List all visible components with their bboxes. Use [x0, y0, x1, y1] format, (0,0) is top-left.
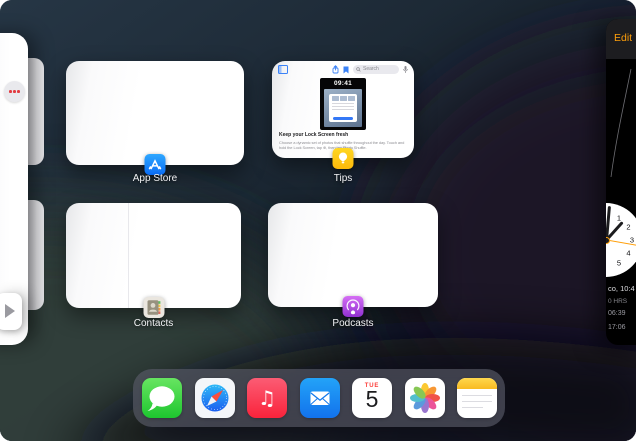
large-dial-arc — [610, 68, 632, 178]
city-time-label: co, 10:4 — [608, 284, 635, 293]
preview-status-time: 09:41 — [333, 80, 353, 87]
lock-screen-preview: 09:41 — [320, 78, 366, 130]
app-store-card[interactable] — [66, 61, 244, 165]
tips-toolbar: Search — [272, 61, 414, 75]
wallpaper-picker-sheet — [329, 94, 357, 122]
expand-arrow-button[interactable] — [0, 293, 22, 330]
lock-wallpaper-photo — [324, 89, 362, 127]
contacts-icon — [143, 297, 164, 318]
left-app-card[interactable] — [0, 33, 28, 345]
ipad-app-switcher: App Store Search 09:41 Keep your Lock Sc… — [0, 0, 636, 441]
podcasts-card[interactable] — [268, 203, 438, 307]
clock-nav-bar: Edit — [606, 19, 636, 60]
app-card-label: Contacts — [133, 318, 174, 329]
contacts-card[interactable] — [66, 203, 241, 308]
dock: ♫ TUE 5 — [133, 369, 505, 427]
play-arrow-icon — [5, 304, 15, 318]
safari-icon[interactable] — [194, 378, 235, 418]
notes-icon[interactable] — [457, 378, 497, 418]
sunrise-time: 06:39 — [608, 310, 626, 317]
app-card-label: App Store — [132, 173, 178, 184]
app-card-label: Tips — [333, 173, 353, 184]
mic-icon — [403, 65, 408, 73]
app-store-icon — [144, 154, 166, 175]
dial-number: 5 — [616, 258, 622, 267]
share-icon — [332, 65, 339, 74]
music-note-glyph: ♫ — [258, 386, 276, 410]
tip-headline: Keep your Lock Screen fresh — [279, 132, 349, 138]
tips-card[interactable]: Search 09:41 Keep your Lock Screen fresh… — [272, 61, 414, 158]
search-placeholder: Search — [363, 66, 379, 72]
ellipsis-icon — [13, 90, 16, 93]
dial-number: 2 — [626, 222, 631, 232]
ellipsis-icon — [9, 90, 12, 93]
sidebar-toggle-icon — [278, 65, 288, 74]
edit-button: Edit — [614, 32, 633, 44]
bookmark-icon — [343, 66, 349, 73]
time-offset-label: 0 HRS — [608, 298, 628, 305]
dial-number: 4 — [626, 248, 631, 258]
more-options-button[interactable] — [4, 81, 25, 102]
search-icon — [356, 67, 361, 72]
clock-center-cap — [606, 236, 610, 244]
blue-button — [333, 116, 353, 120]
sunset-time: 17:06 — [608, 324, 626, 331]
clock-app-card[interactable]: Edit 1 2 3 4 5 co, 10:4 0 HRS 06:39 17:0… — [606, 19, 636, 345]
ellipsis-icon — [17, 90, 20, 93]
mail-icon[interactable] — [299, 378, 340, 418]
search-field: Search — [353, 65, 399, 74]
messages-icon[interactable] — [142, 378, 182, 418]
music-icon[interactable]: ♫ — [247, 378, 287, 418]
photos-icon[interactable] — [404, 378, 445, 418]
split-view-divider — [128, 203, 129, 308]
podcasts-icon — [342, 296, 364, 317]
app-card-label: Podcasts — [332, 318, 374, 329]
tips-icon — [332, 148, 354, 169]
calendar-day: 5 — [365, 386, 379, 412]
notes-yellow-band — [457, 378, 497, 389]
calendar-icon[interactable]: TUE 5 — [352, 378, 392, 418]
analog-clock-face: 1 2 3 4 5 — [606, 203, 636, 277]
